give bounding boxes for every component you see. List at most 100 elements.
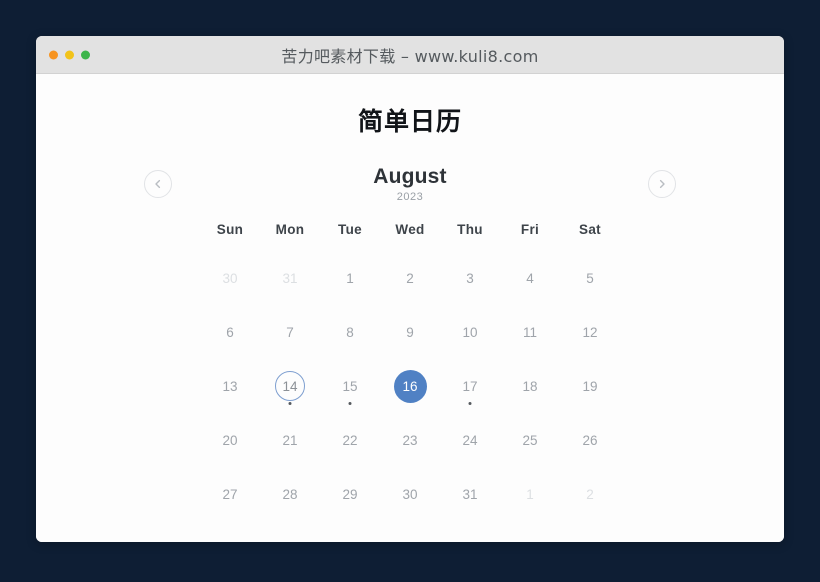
weekday-label-mon: Mon — [275, 222, 305, 237]
day-cell[interactable]: 17 — [440, 359, 500, 413]
day-cell[interactable]: 2 — [380, 251, 440, 305]
day-number: 29 — [342, 486, 358, 502]
day-number: 26 — [582, 432, 598, 448]
day-number: 18 — [522, 378, 538, 394]
month-year-label: August 2023 — [373, 166, 447, 203]
day-number: 10 — [462, 324, 478, 340]
calendar-days-grid: 30 31 1 2 3 4 5 6 7 8 9 10 11 12 13 14 15 16 17 18 19 20 21 22 2… — [200, 251, 620, 521]
day-cell[interactable]: 31 — [440, 467, 500, 521]
day-cell[interactable]: 11 — [500, 305, 560, 359]
day-number: 11 — [522, 324, 537, 340]
day-number: 12 — [582, 324, 598, 340]
day-number: 13 — [222, 378, 238, 394]
page-title: 简单日历 — [357, 107, 462, 136]
day-number: 15 — [342, 378, 358, 394]
day-cell[interactable]: 1 — [500, 467, 560, 521]
event-dot-icon — [348, 402, 352, 405]
day-number: 5 — [586, 270, 594, 286]
day-cell[interactable]: 13 — [200, 359, 260, 413]
day-number: 24 — [462, 432, 478, 448]
calendar-header: August 2023 — [144, 158, 676, 210]
day-number: 28 — [282, 486, 298, 502]
window-title: 苦力吧素材下载 – www.kuli8.com — [281, 46, 539, 66]
day-cell[interactable]: 29 — [320, 467, 380, 521]
day-cell[interactable]: 14 — [260, 359, 320, 413]
event-dot-icon — [468, 402, 472, 405]
day-cell[interactable]: 20 — [200, 413, 260, 467]
day-cell[interactable]: 16 — [380, 359, 440, 413]
day-number: 8 — [346, 324, 354, 340]
year-label: 2023 — [396, 190, 424, 203]
day-cell[interactable]: 10 — [440, 305, 500, 359]
day-number: 4 — [526, 270, 534, 286]
day-number: 9 — [406, 324, 414, 340]
day-cell[interactable]: 25 — [500, 413, 560, 467]
calendar-widget: August 2023 Sun Mon Tue Wed Thu Fri Sat 30 31 1 2… — [144, 138, 676, 521]
day-cell[interactable]: 30 — [200, 251, 260, 305]
day-number: 3 — [466, 270, 474, 286]
day-cell[interactable]: 8 — [320, 305, 380, 359]
day-number: 7 — [286, 324, 294, 340]
day-number: 1 — [526, 486, 534, 502]
day-number: 21 — [282, 432, 298, 448]
traffic-lights — [49, 50, 90, 59]
day-number: 30 — [222, 270, 238, 286]
weekday-header-row: Sun Mon Tue Wed Thu Fri Sat — [200, 222, 620, 237]
prev-month-button[interactable] — [144, 170, 172, 198]
day-cell[interactable]: 23 — [380, 413, 440, 467]
day-number: 17 — [462, 378, 478, 394]
month-name: August — [373, 164, 447, 188]
day-cell[interactable]: 1 — [320, 251, 380, 305]
day-cell[interactable]: 21 — [260, 413, 320, 467]
day-cell[interactable]: 24 — [440, 413, 500, 467]
day-number: 30 — [402, 486, 418, 502]
day-number: 27 — [222, 486, 238, 502]
maximize-button-icon[interactable] — [81, 50, 90, 59]
day-cell[interactable]: 19 — [560, 359, 620, 413]
day-cell[interactable]: 9 — [380, 305, 440, 359]
day-cell[interactable]: 5 — [560, 251, 620, 305]
day-cell[interactable]: 27 — [200, 467, 260, 521]
day-number: 23 — [402, 432, 418, 448]
day-number: 2 — [406, 270, 414, 286]
day-number: 1 — [346, 270, 354, 286]
day-number: 22 — [342, 432, 358, 448]
day-cell[interactable]: 7 — [260, 305, 320, 359]
browser-window: 苦力吧素材下载 – www.kuli8.com 简单日历 August 2023 — [36, 36, 784, 542]
weekday-label-tue: Tue — [338, 222, 362, 237]
chevron-right-icon — [656, 178, 668, 190]
day-number: 20 — [222, 432, 238, 448]
weekday-label-wed: Wed — [395, 222, 425, 237]
day-cell[interactable]: 15 — [320, 359, 380, 413]
day-cell[interactable]: 28 — [260, 467, 320, 521]
day-number: 16 — [393, 369, 427, 403]
day-cell[interactable]: 12 — [560, 305, 620, 359]
event-dot-icon — [288, 402, 292, 405]
next-month-button[interactable] — [648, 170, 676, 198]
chevron-left-icon — [152, 178, 164, 190]
day-cell[interactable]: 3 — [440, 251, 500, 305]
weekday-label-sun: Sun — [216, 222, 244, 237]
day-cell[interactable]: 2 — [560, 467, 620, 521]
day-cell[interactable]: 6 — [200, 305, 260, 359]
day-number: 2 — [586, 486, 594, 502]
day-cell[interactable]: 26 — [560, 413, 620, 467]
day-number: 31 — [282, 270, 298, 286]
day-number: 31 — [462, 486, 478, 502]
day-number: 14 — [275, 371, 305, 401]
day-number: 25 — [522, 432, 538, 448]
window-titlebar: 苦力吧素材下载 – www.kuli8.com — [36, 36, 784, 74]
weekday-label-thu: Thu — [457, 222, 483, 237]
day-cell[interactable]: 30 — [380, 467, 440, 521]
day-cell[interactable]: 18 — [500, 359, 560, 413]
day-number: 6 — [226, 324, 234, 340]
day-number: 19 — [582, 378, 598, 394]
close-button-icon[interactable] — [49, 50, 58, 59]
day-cell[interactable]: 22 — [320, 413, 380, 467]
day-cell[interactable]: 4 — [500, 251, 560, 305]
day-cell[interactable]: 31 — [260, 251, 320, 305]
minimize-button-icon[interactable] — [65, 50, 74, 59]
weekday-label-sat: Sat — [579, 222, 601, 237]
weekday-label-fri: Fri — [520, 222, 540, 237]
window-body: 简单日历 August 2023 Sun Mon Tue Wed Thu Fri… — [36, 74, 784, 542]
